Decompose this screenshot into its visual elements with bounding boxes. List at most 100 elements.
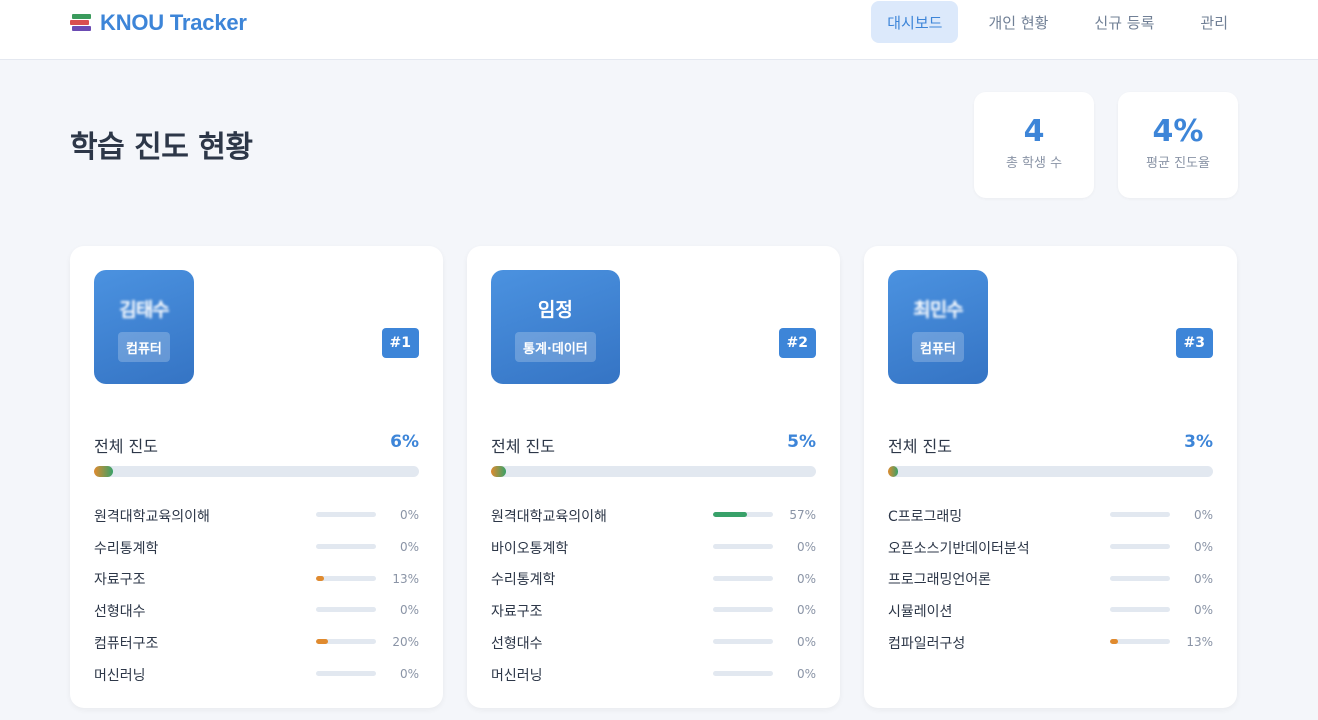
overall-progress-label: 전체 진도 [888,437,952,456]
course-row: 선형대수 0% [491,627,816,659]
course-progress-bar [316,575,376,581]
course-row: 자료구조 0% [491,595,816,627]
course-row: 컴퓨터구조 20% [94,627,419,659]
course-row: 수리통계학 0% [94,532,419,564]
course-row: 프로그래밍언어론 0% [888,564,1213,596]
course-progress-bar [713,639,773,645]
course-progress-percent: 0% [796,571,816,586]
stat-label: 평균 진도율 [1146,156,1210,171]
course-name: 프로그래밍언어론 [888,572,992,589]
course-list: 원격대학교육의이해 0% 수리통계학 0% 자료구조 13% 선형대수 0% 컴퓨터구조 20% 머… [94,500,419,691]
course-name: 시뮬레이션 [888,604,953,621]
stat-total-students: 4 총 학생 수 [974,92,1094,198]
course-progress-bar [1110,543,1170,549]
course-progress-percent: 0% [399,508,419,522]
books-icon [70,12,94,34]
course-row: 시뮬레이션 0% [888,595,1213,627]
course-row: 머신러닝 0% [94,659,419,691]
course-name: 머신러닝 [491,667,543,684]
course-progress-percent: 0% [796,666,816,681]
course-progress-bar [316,607,376,613]
course-name: 컴퓨터구조 [94,636,159,653]
course-name: 원격대학교육의이해 [491,508,607,525]
course-progress-fill [316,575,324,581]
rank-badge: #2 [778,328,816,358]
course-progress-bar [316,512,376,517]
student-avatar: 김태수컴퓨터 [94,270,194,384]
course-name: 원격대학교육의이해 [94,508,210,525]
course-row: 자료구조 13% [94,564,419,596]
course-progress-fill [316,639,328,645]
course-row: 오픈소스기반데이터분석 0% [888,532,1213,564]
course-progress-percent: 0% [399,666,419,681]
course-list: 원격대학교육의이해 57% 바이오통계학 0% 수리통계학 0% 자료구조 0% 선형대수 0% 머… [491,500,816,691]
course-progress-percent: 13% [1186,635,1213,650]
top-header: KNOU Tracker 대시보드 개인 현황 신규 등록 관리 [0,0,1318,60]
major-badge: 통계·데이터 [515,332,596,362]
course-row: 원격대학교육의이해 57% [491,500,816,532]
student-card[interactable]: 최민수 컴퓨터 #3 전체 진도 3% C프로그래밍 0% 오픈소스기반데이터분석 0% 프로그래… [864,246,1237,708]
course-progress-percent: 0% [399,603,419,618]
course-progress-percent: 0% [796,539,816,554]
course-name: 자료구조 [491,604,543,621]
stat-value: 4 [1023,114,1045,149]
nav-admin[interactable]: 관리 [1184,1,1244,43]
course-row: 선형대수 0% [94,595,419,627]
nav-dashboard[interactable]: 대시보드 [871,1,959,43]
course-progress-bar [316,639,376,645]
course-progress-bar [316,543,376,549]
overall-progress-percent: 6% [390,432,419,452]
course-name: 선형대수 [94,604,146,621]
course-name: 오픈소스기반데이터분석 [888,540,1030,557]
page-title: 학습 진도 현황 [70,130,253,165]
course-progress-percent: 0% [1193,603,1213,618]
overall-progress-label: 전체 진도 [491,437,555,456]
student-name: 임정 [537,299,573,321]
app-logo[interactable]: KNOU Tracker [70,8,247,38]
student-avatar: 최민수컴퓨터 [888,270,988,384]
course-row: 컴파일러구성 13% [888,627,1213,659]
major-badge: 컴퓨터 [118,332,170,362]
major-badge: 컴퓨터 [912,332,964,362]
course-progress-percent: 0% [1193,571,1213,586]
rank-badge: #3 [1175,328,1213,358]
course-name: 바이오통계학 [491,540,569,557]
overall-progress-bar [888,466,1213,477]
overall-progress-bar [491,466,816,477]
nav-personal-status[interactable]: 개인 현황 [972,1,1064,43]
course-progress-percent: 13% [392,571,419,586]
course-progress-percent: 0% [796,603,816,618]
student-avatar: 임정통계·데이터 [491,270,620,384]
student-card[interactable]: 임정 통계·데이터 #2 전체 진도 5% 원격대학교육의이해 57% 바이오통계학 0% 수리통… [467,246,840,708]
main-nav: 대시보드 개인 현황 신규 등록 관리 [871,1,1244,43]
nav-new-registration[interactable]: 신규 등록 [1078,1,1170,43]
course-name: 수리통계학 [94,540,159,557]
overall-progress-fill [491,466,507,477]
overall-progress-fill [888,466,898,477]
student-name: 김태수 [119,299,169,321]
course-progress-bar [1110,639,1170,645]
app-title: KNOU Tracker [100,10,247,35]
course-progress-percent: 0% [796,635,816,650]
course-progress-bar [713,670,773,676]
course-progress-bar [1110,607,1170,613]
course-name: 머신러닝 [94,667,146,684]
course-name: 수리통계학 [491,572,556,589]
course-row: C프로그래밍 0% [888,500,1213,532]
course-progress-bar [316,670,376,676]
stat-average-progress: 4% 평균 진도율 [1118,92,1238,198]
course-progress-bar [713,512,773,517]
course-progress-bar [713,607,773,613]
course-row: 수리통계학 0% [491,564,816,596]
student-name: 최민수 [913,299,963,321]
course-row: 머신러닝 0% [491,659,816,691]
stat-value: 4% [1152,114,1204,149]
course-row: 바이오통계학 0% [491,532,816,564]
student-card[interactable]: 김태수 컴퓨터 #1 전체 진도 6% 원격대학교육의이해 0% 수리통계학 0% 자료구조 13%… [70,246,443,708]
course-list: C프로그래밍 0% 오픈소스기반데이터분석 0% 프로그래밍언어론 0% 시뮬레이션 0% 컴파… [888,500,1213,659]
course-progress-percent: 0% [1193,508,1213,522]
course-progress-bar [713,543,773,549]
course-progress-percent: 57% [789,508,816,522]
overall-progress-bar [94,466,419,477]
rank-badge: #1 [381,328,419,358]
